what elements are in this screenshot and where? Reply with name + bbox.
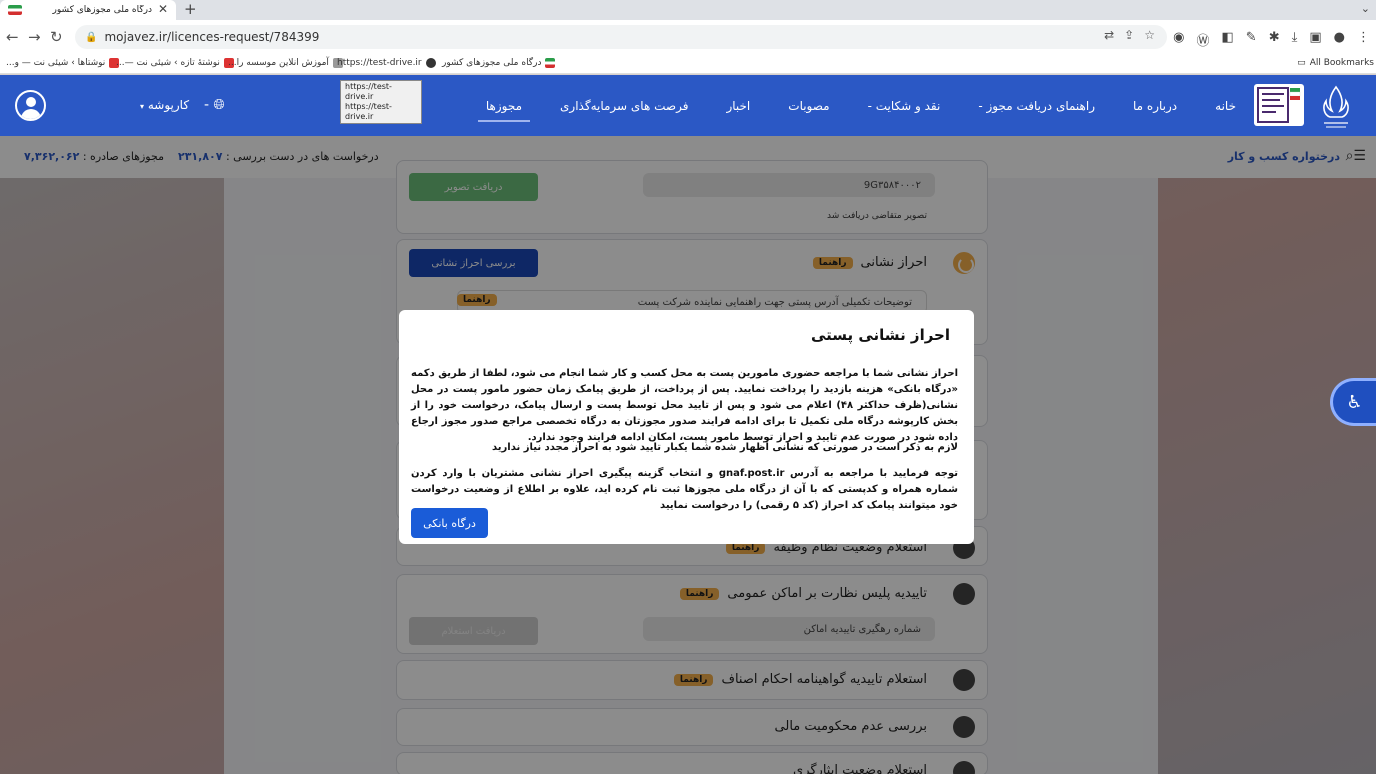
site-header: خانه درباره ما راهنمای دریافت مجوز - نقد… xyxy=(0,75,1376,136)
camera-icon[interactable]: ◉ xyxy=(1173,30,1184,49)
all-bookmarks-button[interactable]: ▭ All Bookmarks xyxy=(1297,58,1374,68)
wordpress-icon[interactable]: Ⓦ xyxy=(1196,30,1209,49)
flag-favicon-icon xyxy=(8,5,22,15)
nav-item-home[interactable]: خانه xyxy=(1211,75,1240,136)
postal-address-modal: احراز نشانی پستی احراز نشانی شما با مراج… xyxy=(399,310,974,544)
bookmark-item[interactable]: نوشتاها › شیئی نت — و... xyxy=(6,58,120,68)
bookmarks-bar: نوشتاها › شیئی نت — و... نوشتهٔ تازه › ش… xyxy=(0,54,1376,74)
download-icon[interactable]: ⤓ xyxy=(1292,30,1298,49)
folder-icon: ▭ xyxy=(1297,58,1306,68)
back-arrow-icon[interactable]: ← xyxy=(6,28,19,46)
globe-favicon-icon xyxy=(425,58,436,68)
close-tab-icon[interactable]: ✕ xyxy=(158,2,168,16)
nav-item-news[interactable]: اخبار xyxy=(722,75,754,136)
forward-arrow-icon[interactable]: → xyxy=(28,28,41,46)
url-field[interactable]: 🔒 mojavez.ir/licences-request/784399 ⇄ ⇪… xyxy=(75,25,1167,49)
caret-down-icon: ▾ xyxy=(140,102,145,111)
bank-gateway-button[interactable]: درگاه بانکی xyxy=(411,508,488,538)
bookmark-item[interactable]: نوشتهٔ تازه › شیئی نت —... xyxy=(116,58,234,68)
mojavez-logo-icon[interactable] xyxy=(1254,84,1304,126)
modal-paragraph-payment: احراز نشانی شما با مراجعه حضوری مامورین … xyxy=(411,368,958,443)
share-icon[interactable]: ⇪ xyxy=(1124,28,1134,42)
lock-icon: 🔒 xyxy=(85,31,98,43)
sidepanel-icon[interactable]: ▣ xyxy=(1309,30,1321,49)
extension-icon[interactable]: ◧ xyxy=(1222,30,1234,49)
language-selector[interactable]: - 🌐︎ xyxy=(204,97,225,113)
star-icon[interactable]: ☆ xyxy=(1144,28,1155,42)
nav-item-about[interactable]: درباره ما xyxy=(1129,75,1181,136)
nav-item-license-guide[interactable]: راهنمای دریافت مجوز - xyxy=(974,75,1099,136)
user-avatar[interactable] xyxy=(15,90,46,121)
globe-icon: 🌐︎ xyxy=(213,97,225,113)
flag-favicon-icon xyxy=(545,58,556,68)
address-bar-row: ← → ↻ 🔒 mojavez.ir/licences-request/7843… xyxy=(0,20,1376,54)
link-tooltip: https://test-drive.ir https://test-drive… xyxy=(340,80,422,124)
modal-paragraph-gnaf: توجه فرمایید با مراجعه به آدرس gnaf.post… xyxy=(411,468,959,511)
profile-icon[interactable]: ● xyxy=(1334,30,1345,49)
translate-icon[interactable]: ⇄ xyxy=(1104,28,1114,42)
bookmark-item[interactable]: https://test-drive.ir xyxy=(337,58,436,68)
bookmark-item[interactable]: درگاه ملی مجوزهای کشور xyxy=(442,58,556,68)
accessibility-icon[interactable]: ♿︎ xyxy=(1330,378,1376,426)
modal-paragraph-note: لازم به ذکر است در صورتی که نشانی اظهار … xyxy=(492,442,958,453)
pen-extension-icon[interactable]: ✎ xyxy=(1246,30,1257,49)
puzzle-icon[interactable]: ✱ xyxy=(1269,30,1280,49)
modal-title: احراز نشانی پستی xyxy=(810,326,950,344)
browser-tab-bar: درگاه ملی مجوزهای کشور ✕ + ⌄ xyxy=(0,0,1376,20)
nav-item-licenses[interactable]: مجوزها xyxy=(477,75,531,136)
browser-tab[interactable]: درگاه ملی مجوزهای کشور ✕ xyxy=(0,0,176,20)
nav-item-investment[interactable]: فرصت های سرمایه‌گذاری xyxy=(556,75,692,136)
url-text: mojavez.ir/licences-request/784399 xyxy=(104,30,320,44)
tab-title: درگاه ملی مجوزهای کشور xyxy=(52,5,152,15)
main-nav: خانه درباره ما راهنمای دریافت مجوز - نقد… xyxy=(477,75,1240,136)
karboshe-menu[interactable]: کارپوشه ▾ xyxy=(140,98,189,112)
iran-emblem-logo-icon[interactable] xyxy=(1316,83,1356,129)
new-tab-button[interactable]: + xyxy=(184,0,197,18)
bookmark-item[interactable]: آموزش انلاین موسسه را... xyxy=(228,58,343,68)
kebab-menu-icon[interactable]: ⋮ xyxy=(1357,30,1370,49)
reload-icon[interactable]: ↻ xyxy=(50,28,63,46)
nav-item-resolutions[interactable]: مصوبات xyxy=(784,75,833,136)
nav-item-complaints[interactable]: نقد و شکایت - xyxy=(864,75,945,136)
tab-search-chevron-icon[interactable]: ⌄ xyxy=(1361,2,1370,15)
